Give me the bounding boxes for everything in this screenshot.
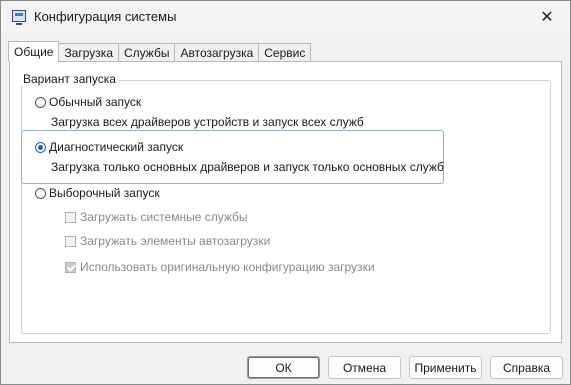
normal-startup-label: Обычный запуск [49, 95, 142, 109]
diagnostic-startup-description: Загрузка только основных драйверов и зап… [51, 160, 444, 174]
load-system-services-row[interactable]: Загружать системные службы [65, 210, 248, 224]
tab-tools[interactable]: Сервис [258, 43, 312, 62]
diagnostic-startup-radio-row[interactable]: Диагностический запуск [35, 140, 183, 154]
tab-general[interactable]: Общие [8, 41, 60, 62]
tab-strip: Общие Загрузка Службы Автозагрузка Серви… [8, 41, 312, 62]
load-system-services-checkbox[interactable] [65, 211, 76, 223]
load-startup-items-checkbox[interactable] [65, 235, 76, 247]
msconfig-app-icon [12, 10, 26, 25]
use-original-boot-config-checkbox[interactable] [65, 261, 76, 273]
close-button[interactable]: ✕ [524, 1, 570, 33]
normal-startup-description: Загрузка всех драйверов устройств и запу… [51, 115, 364, 129]
focus-rectangle [21, 130, 444, 184]
selective-startup-radio-row[interactable]: Выборочный запуск [35, 186, 160, 200]
normal-startup-radio-row[interactable]: Обычный запуск [35, 95, 141, 109]
tab-startup[interactable]: Автозагрузка [174, 43, 260, 62]
use-original-boot-config-label: Использовать оригинальную конфигурацию з… [80, 260, 375, 274]
selective-startup-radio[interactable] [35, 187, 46, 199]
title-bar: Конфигурация системы ✕ [1, 1, 570, 33]
normal-startup-radio[interactable] [35, 96, 46, 108]
diagnostic-startup-radio[interactable] [35, 141, 46, 153]
diagnostic-startup-label: Диагностический запуск [49, 140, 184, 154]
close-icon: ✕ [540, 9, 554, 26]
startup-selection-label: Вариант запуска [21, 72, 119, 86]
selective-startup-label: Выборочный запуск [49, 186, 160, 200]
tab-services[interactable]: Службы [118, 43, 176, 62]
cancel-button[interactable]: Отмена [328, 356, 401, 379]
tab-boot[interactable]: Загрузка [58, 43, 119, 62]
system-configuration-window: Конфигурация системы ✕ Общие Загрузка Сл… [0, 0, 571, 385]
load-system-services-label: Загружать системные службы [80, 210, 248, 224]
apply-button[interactable]: Применить [409, 356, 482, 379]
help-button[interactable]: Справка [490, 356, 563, 379]
load-startup-items-row[interactable]: Загружать элементы автозагрузки [65, 234, 270, 248]
ok-button[interactable]: ОК [247, 356, 320, 379]
use-original-boot-config-row[interactable]: Использовать оригинальную конфигурацию з… [65, 260, 375, 274]
window-title: Конфигурация системы [34, 9, 177, 24]
load-startup-items-label: Загружать элементы автозагрузки [80, 234, 271, 248]
